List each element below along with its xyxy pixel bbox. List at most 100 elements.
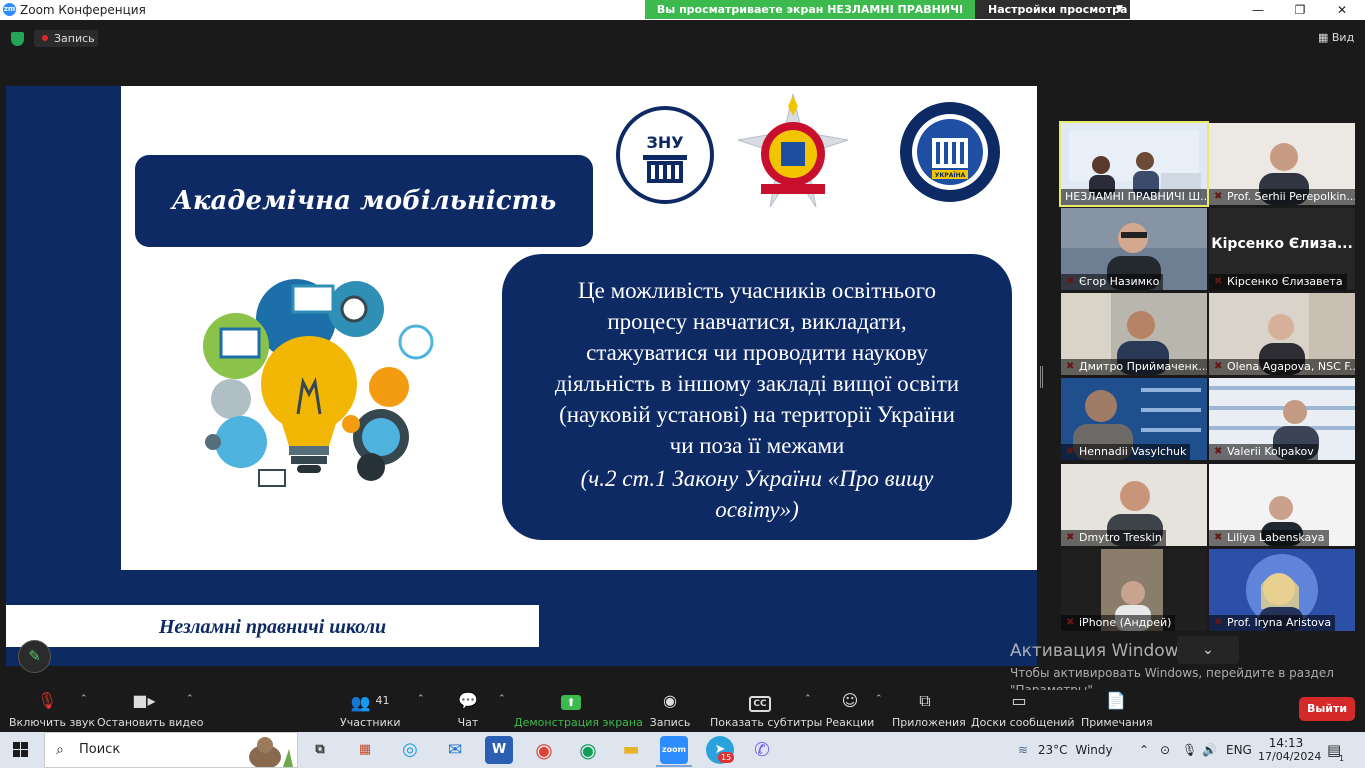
participant-tile[interactable]: НЕЗЛАМНІ ПРАВНИЧІ Ш... — [1059, 121, 1209, 207]
notes-icon: 📄 — [1106, 691, 1126, 710]
zoom-taskbar-icon[interactable]: zoom — [660, 736, 688, 764]
whiteboards-button[interactable]: ▭ Доски сообщений — [971, 690, 1075, 732]
clock[interactable]: 14:13 17/04/2024 — [1258, 732, 1322, 768]
beaver-search-highlight-icon — [249, 737, 293, 767]
stop-video-button[interactable]: ■▸ Остановить видео — [97, 690, 204, 732]
show-captions-button[interactable]: CC Показать субтитры — [710, 690, 822, 732]
microsoft-store-icon[interactable]: ▦ — [351, 736, 379, 764]
input-language[interactable]: ENG — [1226, 732, 1252, 768]
weather-temp: 23°C — [1037, 743, 1068, 757]
chevron-up-icon: ⌃ — [80, 694, 88, 704]
participant-tile[interactable]: ✖ Dmytro Treskin — [1061, 464, 1207, 546]
active-app-indicator — [656, 765, 692, 767]
stop-video-label: Остановить видео — [97, 716, 204, 729]
annotate-pen-icon[interactable]: ✎ — [18, 640, 51, 673]
network-icon[interactable]: ⊙ — [1160, 732, 1170, 768]
restore-button[interactable]: ❐ — [1280, 0, 1320, 20]
participant-tile[interactable]: ✖ Hennadii Vasylchuk — [1061, 378, 1207, 460]
chrome-profile-icon[interactable]: ◉ — [574, 736, 602, 764]
microphone-tray-icon[interactable]: 🎙 — [1182, 732, 1197, 768]
whiteboards-label: Доски сообщений — [971, 716, 1075, 729]
clock-date: 17/04/2024 — [1258, 750, 1322, 763]
participant-tile[interactable]: Кірсенко Єлиза... ✖ Кірсенко Єлизавета — [1209, 208, 1355, 290]
participants-button[interactable]: 👥 41 Участники — [340, 690, 401, 732]
chevron-down-icon: ⌄ — [1202, 642, 1214, 658]
definition-line-6: чи поза її межами — [669, 433, 845, 458]
participant-name: Кірсенко Єлизавета — [1209, 274, 1347, 290]
task-view-icon[interactable]: ⧉ — [306, 736, 334, 764]
reactions-options-caret[interactable]: ⌃ — [869, 690, 883, 732]
viber-icon[interactable]: ✆ — [748, 736, 776, 764]
hidden-icons-chevron-icon[interactable]: ⌃ — [1139, 732, 1149, 768]
screen-share-banner: Вы просматриваете экран НЕЗЛАМНІ ПРАВНИЧ… — [645, 0, 975, 35]
search-placeholder: Поиск — [79, 742, 121, 757]
participant-tile[interactable]: ✖ iPhone (Андрей) — [1061, 549, 1207, 631]
chevron-up-icon: ⌃ — [804, 694, 812, 704]
audio-options-caret[interactable]: ⌃ — [74, 690, 88, 732]
gallery-collapse-button[interactable]: ⌄ — [1177, 636, 1239, 664]
captions-options-caret[interactable]: ⌃ — [798, 690, 812, 732]
apps-icon: ⧉ — [919, 691, 931, 710]
close-button[interactable]: ✕ — [1322, 0, 1362, 20]
chrome-icon[interactable]: ◉ — [530, 736, 558, 764]
meeting-top-bar — [0, 20, 1365, 56]
telegram-badge: 15 — [718, 752, 735, 763]
chat-options-caret[interactable]: ⌃ — [492, 690, 506, 732]
word-icon[interactable]: W — [485, 736, 513, 764]
definition-box: Це можливість учасників освітнього проце… — [502, 254, 1012, 540]
weather-widget[interactable]: ≋ 23°C Windy — [1018, 732, 1113, 768]
taskbar-search-box[interactable]: ⌕ Поиск — [44, 732, 298, 768]
participant-tile[interactable]: ✖ Дмитро Приймаченк... — [1061, 293, 1207, 375]
whiteboard-icon: ▭ — [1011, 691, 1027, 710]
reactions-button[interactable]: ☺ Реакции — [825, 690, 875, 732]
participant-tile[interactable]: ✖ Valerii Kolpakov — [1209, 378, 1355, 460]
record-button[interactable]: ◉ Запись — [648, 690, 692, 732]
apps-label: Приложения — [892, 716, 966, 729]
definition-line-5: (науковій установі) на території України — [559, 402, 955, 427]
edge-browser-icon[interactable]: ◎ — [396, 736, 424, 764]
mail-icon[interactable]: ✉ — [441, 736, 469, 764]
apps-button[interactable]: ⧉ Приложения — [892, 690, 966, 732]
participant-tile[interactable]: ✖ Єгор Назимко — [1061, 208, 1207, 290]
definition-line-4: діяльність в іншому закладі вищої освіти — [554, 371, 960, 396]
participants-label: Участники — [340, 716, 401, 729]
participants-icon-wrap: 👥 41 — [340, 690, 400, 712]
participants-options-caret[interactable]: ⌃ — [411, 690, 425, 732]
file-explorer-icon[interactable]: ▬ — [617, 736, 645, 764]
participant-tile[interactable]: ✖ Prof. Iryna Aristova — [1209, 549, 1355, 631]
participant-name: НЕЗЛАМНІ ПРАВНИЧІ Ш... — [1061, 189, 1207, 205]
security-shield-icon[interactable] — [11, 32, 24, 46]
participant-tile[interactable]: ✖ Liliya Labenskaya — [1209, 464, 1355, 546]
participant-tile[interactable]: ✖ Olena Agapova, NSC F... — [1209, 293, 1355, 375]
record-icon: ◉ — [663, 691, 677, 710]
clock-time: 14:13 — [1268, 736, 1304, 750]
recording-indicator[interactable]: Запись — [34, 30, 98, 47]
notes-button[interactable]: 📄 Примечания — [1081, 690, 1153, 732]
record-dot-icon — [42, 35, 48, 41]
share-screen-button[interactable]: ⬆ Демонстрация экрана — [514, 690, 643, 732]
view-options-button[interactable]: Настройки просмотра ▼ — [975, 0, 1130, 19]
wind-icon: ≋ — [1018, 743, 1029, 757]
app-title: Zoom Конференция — [20, 3, 146, 17]
notification-count: 1 — [1339, 754, 1345, 763]
leave-button[interactable]: Выйти — [1299, 697, 1355, 721]
windows-start-icon[interactable] — [13, 742, 28, 757]
participant-name: Olena Agapova, NSC F... — [1209, 359, 1355, 375]
view-button[interactable]: ▦ Вид — [1318, 31, 1354, 44]
participant-tile[interactable]: ✖ Prof. Serhii Perepolkin... — [1209, 123, 1355, 205]
customs-logo-text: УКРАЇНА — [935, 172, 966, 179]
slide-footer: Незламні правничі школи — [6, 605, 539, 647]
video-options-caret[interactable]: ⌃ — [180, 690, 194, 732]
chevron-down-icon: ▼ — [1116, 4, 1123, 14]
chat-bubble-icon: 💬 — [458, 691, 478, 710]
zoom-logo-icon: zm — [3, 3, 16, 16]
volume-icon[interactable]: 🔊 — [1202, 732, 1217, 768]
minimize-button[interactable]: — — [1238, 0, 1278, 20]
panel-splitter[interactable] — [1040, 366, 1043, 388]
share-icon-wrap: ⬆ — [514, 690, 628, 712]
activation-title: Активация Windows — [1010, 641, 1188, 661]
chat-button[interactable]: 💬 Чат — [448, 690, 488, 732]
participant-name: Єгор Назимко — [1061, 274, 1164, 290]
weather-text: Windy — [1075, 743, 1113, 757]
record-label: Запись — [649, 716, 691, 729]
